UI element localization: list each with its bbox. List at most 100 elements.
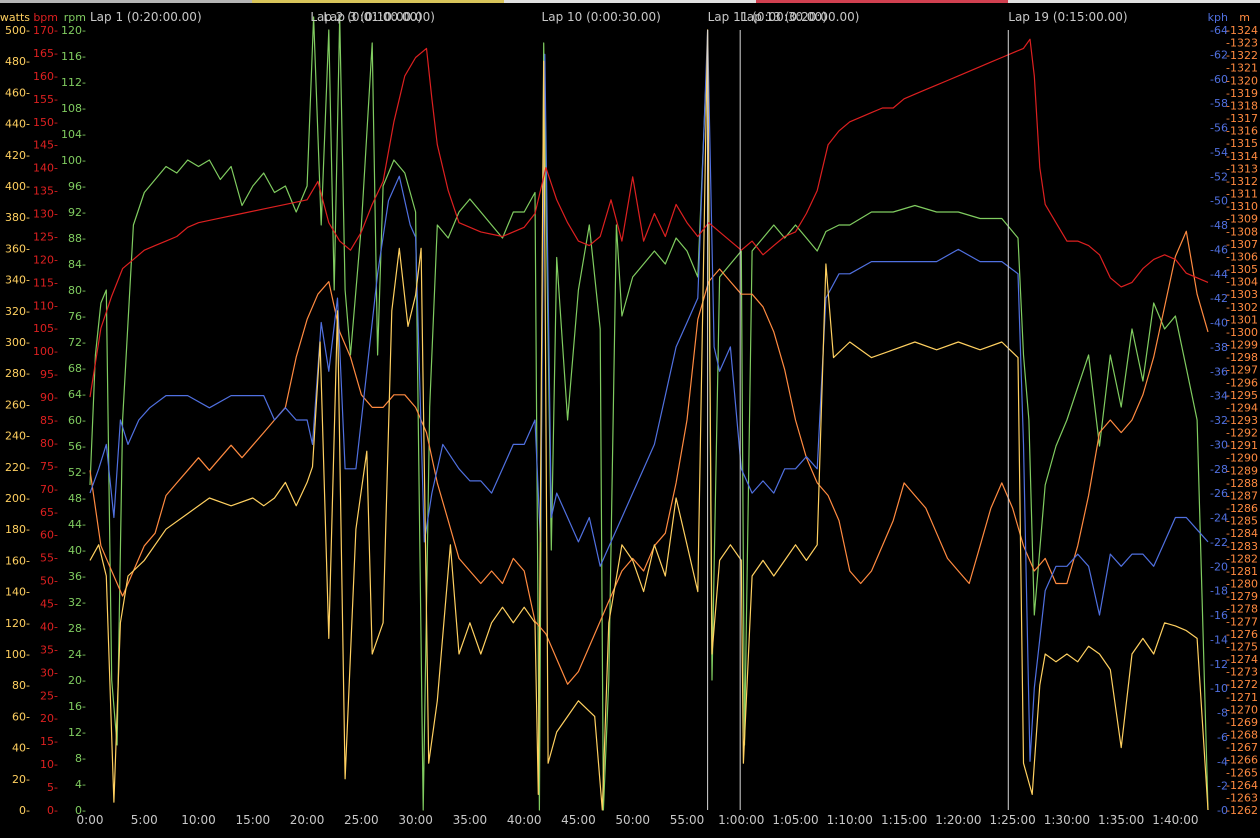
cadence-tick-label: 64- xyxy=(68,388,86,401)
altitude-tick-label: -1292 xyxy=(1226,427,1258,440)
top-strip-segment xyxy=(756,0,1008,3)
x-tick-label: 25:00 xyxy=(344,813,379,827)
cadence-tick-label: 48- xyxy=(68,492,86,505)
top-strip-segment xyxy=(504,0,756,3)
altitude-tick-label: -1264 xyxy=(1226,779,1258,792)
x-tick-label: 1:20:00 xyxy=(935,813,981,827)
x-tick-label: 1:00:00 xyxy=(718,813,764,827)
power-tick-label: 20- xyxy=(12,773,30,786)
lap-label: Lap 10 (0:00:30.00) xyxy=(542,10,661,24)
cadence-tick-label: 100- xyxy=(61,154,86,167)
altitude-tick-label: -1294 xyxy=(1226,401,1258,414)
hr-unit-label: bpm xyxy=(33,11,58,24)
altitude-tick-label: -1315 xyxy=(1226,137,1258,150)
lap-label: Lap 1 (0:20:00.00) xyxy=(90,10,202,24)
altitude-tick-label: -1277 xyxy=(1226,615,1258,628)
lap-label: Lap 19 (0:15:00.00) xyxy=(1008,10,1127,24)
altitude-tick-label: -1300 xyxy=(1226,326,1258,339)
x-tick-label: 1:35:00 xyxy=(1098,813,1144,827)
altitude-tick-label: -1282 xyxy=(1226,552,1258,565)
altitude-tick-label: -1320 xyxy=(1226,74,1258,87)
x-tick-label: 1:10:00 xyxy=(827,813,873,827)
cadence-tick-label: 60- xyxy=(68,414,86,427)
altitude-tick-label: -1297 xyxy=(1226,364,1258,377)
altitude-tick-label: -1303 xyxy=(1226,288,1258,301)
altitude-tick-label: -1317 xyxy=(1226,112,1258,125)
hr-tick-label: 130- xyxy=(33,208,58,221)
altitude-tick-label: -1298 xyxy=(1226,351,1258,364)
x-tick-label: 30:00 xyxy=(398,813,433,827)
cadence-tick-label: 52- xyxy=(68,466,86,479)
hr-tick-label: 65- xyxy=(40,506,58,519)
power-tick-label: 60- xyxy=(12,710,30,723)
cadence-tick-label: 92- xyxy=(68,206,86,219)
hr-tick-label: 125- xyxy=(33,230,58,243)
cadence-tick-label: 4- xyxy=(75,778,86,791)
cadence-tick-label: 84- xyxy=(68,258,86,271)
altitude-tick-label: -1290 xyxy=(1226,452,1258,465)
hr-tick-label: 135- xyxy=(33,185,58,198)
altitude-tick-label: -1291 xyxy=(1226,439,1258,452)
power-tick-label: 300- xyxy=(5,336,30,349)
altitude-tick-label: -1295 xyxy=(1226,389,1258,402)
x-tick-label: 1:25:00 xyxy=(989,813,1035,827)
power-tick-label: 180- xyxy=(5,523,30,536)
cadence-tick-label: 32- xyxy=(68,596,86,609)
top-strip-segment xyxy=(0,0,252,3)
altitude-tick-label: -1312 xyxy=(1226,175,1258,188)
cadence-tick-label: 12- xyxy=(68,726,86,739)
altitude-tick-label: -1289 xyxy=(1226,464,1258,477)
altitude-tick-label: -1314 xyxy=(1226,150,1258,163)
cadence-tick-label: 28- xyxy=(68,622,86,635)
hr-tick-label: 10- xyxy=(40,758,58,771)
hr-tick-label: 75- xyxy=(40,460,58,473)
hr-tick-label: 150- xyxy=(33,116,58,129)
altitude-tick-label: -1272 xyxy=(1226,678,1258,691)
altitude-tick-label: -1323 xyxy=(1226,37,1258,50)
power-tick-label: 340- xyxy=(5,274,30,287)
power-tick-label: 380- xyxy=(5,211,30,224)
hr-tick-label: 35- xyxy=(40,643,58,656)
altitude-tick-label: -1276 xyxy=(1226,628,1258,641)
power-tick-label: 100- xyxy=(5,648,30,661)
hr-tick-label: 20- xyxy=(40,712,58,725)
power-tick-label: 240- xyxy=(5,430,30,443)
altitude-tick-label: -1288 xyxy=(1226,477,1258,490)
altitude-tick-label: -1311 xyxy=(1226,188,1258,201)
altitude-tick-label: -1322 xyxy=(1226,49,1258,62)
cadence-tick-label: 36- xyxy=(68,570,86,583)
hr-tick-label: 30- xyxy=(40,666,58,679)
power-tick-label: 160- xyxy=(5,554,30,567)
hr-tick-label: 15- xyxy=(40,735,58,748)
power-tick-label: 360- xyxy=(5,242,30,255)
altitude-tick-label: -1301 xyxy=(1226,313,1258,326)
cadence-tick-label: 40- xyxy=(68,544,86,557)
top-strip-segment xyxy=(252,0,504,3)
altitude-tick-label: -1316 xyxy=(1226,125,1258,138)
hr-tick-label: 155- xyxy=(33,93,58,106)
altitude-tick-label: -1268 xyxy=(1226,729,1258,742)
hr-tick-label: 120- xyxy=(33,253,58,266)
cadence-tick-label: 120- xyxy=(61,24,86,37)
power-tick-label: 280- xyxy=(5,367,30,380)
altitude-unit-label: m xyxy=(1239,11,1250,24)
altitude-tick-label: -1271 xyxy=(1226,691,1258,704)
x-tick-label: 35:00 xyxy=(453,813,488,827)
altitude-tick-label: -1321 xyxy=(1226,62,1258,75)
altitude-tick-label: -1306 xyxy=(1226,250,1258,263)
altitude-tick-label: -1263 xyxy=(1226,791,1258,804)
altitude-tick-label: -1302 xyxy=(1226,301,1258,314)
hr-tick-label: 105- xyxy=(33,322,58,335)
hr-tick-label: 145- xyxy=(33,139,58,152)
cadence-tick-label: 56- xyxy=(68,440,86,453)
altitude-tick-label: -1262 xyxy=(1226,804,1258,817)
power-tick-label: 80- xyxy=(12,679,30,692)
altitude-tick-label: -1275 xyxy=(1226,640,1258,653)
altitude-tick-label: -1308 xyxy=(1226,225,1258,238)
x-axis: 0:00 5:00 10:00 15:00 20:00 25:00 30:00 35:00 40… xyxy=(77,813,1199,827)
x-tick-label: 55:00 xyxy=(670,813,705,827)
altitude-tick-label: -1267 xyxy=(1226,741,1258,754)
altitude-tick-label: -1305 xyxy=(1226,263,1258,276)
ride-chart: watts 0- 20- 40- 60- 80- 100- 120- 140- 160- 180- 2… xyxy=(0,0,1260,838)
hr-tick-label: 95- xyxy=(40,368,58,381)
